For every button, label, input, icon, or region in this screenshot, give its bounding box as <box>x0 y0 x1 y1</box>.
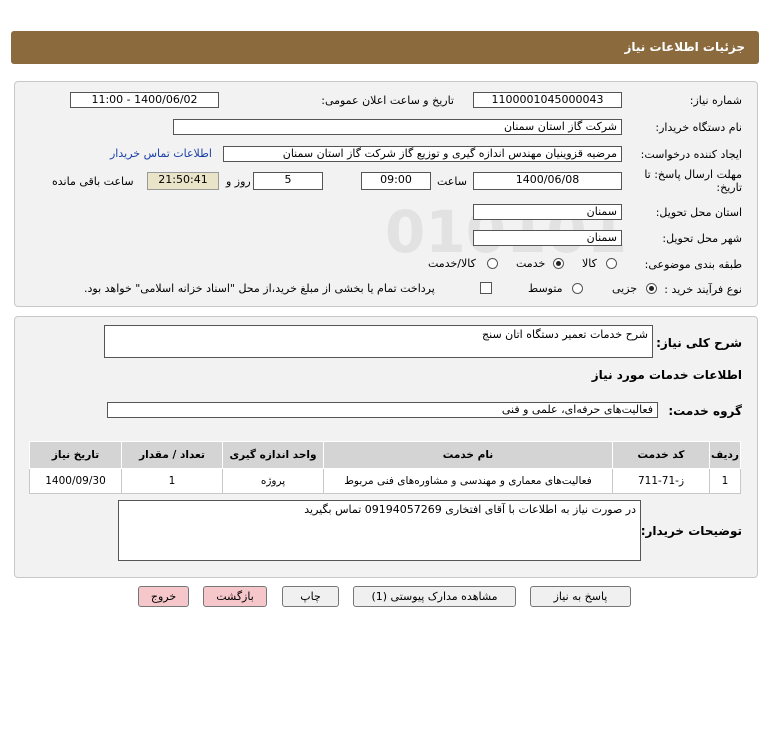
col-row-header: ردیف <box>709 441 741 469</box>
cell-quantity: 1 <box>121 468 223 494</box>
creator-label: ایجاد کننده درخواست: <box>640 148 742 161</box>
cell-row-number: 1 <box>709 468 741 494</box>
remaining-time-field: 21:50:41 <box>147 172 219 190</box>
process-radio-medium[interactable] <box>572 283 583 294</box>
back-button[interactable]: بازگشت <box>203 586 267 607</box>
table-row: 1 ز-71-711 فعالیت‌های معماری و مهندسی و … <box>29 468 741 494</box>
services-heading: اطلاعات خدمات مورد نیاز <box>591 368 742 382</box>
page-title: جزئیات اطلاعات نیاز <box>624 40 745 54</box>
category-label: طبقه بندی موضوعی: <box>644 258 742 271</box>
need-details-panel <box>14 81 758 307</box>
city-label: شهر محل تحویل: <box>662 232 742 245</box>
category-radio-goods-service[interactable] <box>487 258 498 269</box>
exit-button[interactable]: خروج <box>138 586 189 607</box>
province-label: استان محل تحویل: <box>655 206 742 219</box>
col-code-header: کد خدمت <box>612 441 710 469</box>
deadline-time-label: ساعت <box>437 175 467 188</box>
deadline-label: مهلت ارسال پاسخ: تا <box>644 168 742 181</box>
category-option-goods: کالا <box>582 257 597 270</box>
days-label: روز و <box>226 175 251 188</box>
announce-date-field: 1400/06/02 - 11:00 <box>70 92 219 108</box>
category-radio-service[interactable] <box>553 258 564 269</box>
deadline-time-field: 09:00 <box>361 172 431 190</box>
province-field: سمنان <box>473 204 622 220</box>
col-date-header: تاریخ نیاز <box>29 441 122 469</box>
buyer-notes-label: توضیحات خریدار: <box>640 524 742 538</box>
remaining-time-label: ساعت باقی مانده <box>52 175 134 188</box>
cell-need-date: 1400/09/30 <box>29 468 122 494</box>
category-option-service: خدمت <box>516 257 546 270</box>
cell-unit: پروژه <box>222 468 324 494</box>
need-number-label: شماره نیاز: <box>689 94 742 107</box>
view-attachments-button[interactable]: مشاهده مدارک پیوستی (1) <box>353 586 516 607</box>
creator-field: مرضیه قزوینیان مهندس اندازه گیری و توزیع… <box>223 146 622 162</box>
services-table: ردیف کد خدمت نام خدمت واحد اندازه گیری ت… <box>29 441 741 494</box>
service-group-label: گروه خدمت: <box>668 404 742 418</box>
buyer-field: شرکت گاز استان سمنان <box>173 119 622 135</box>
process-radio-minor[interactable] <box>646 283 657 294</box>
cell-service-name: فعالیت‌های معماری و مهندسی و مشاوره‌های … <box>323 468 613 494</box>
process-option-minor: جزیی <box>612 282 638 295</box>
need-number-field: 1100001045000043 <box>473 92 622 108</box>
col-name-header: نام خدمت <box>323 441 613 469</box>
category-option-goods-service: کالا/خدمت <box>428 257 476 270</box>
col-unit-header: واحد اندازه گیری <box>222 441 324 469</box>
buyer-label: نام دستگاه خریدار: <box>655 121 742 134</box>
col-qty-header: تعداد / مقدار <box>121 441 223 469</box>
treasury-payment-text: پرداخت تمام یا بخشی از مبلغ خرید،از محل … <box>84 282 435 295</box>
deadline-date-field: 1400/06/08 <box>473 172 622 190</box>
category-radio-goods[interactable] <box>606 258 617 269</box>
process-label: نوع فرآیند خرید : <box>664 283 742 296</box>
contact-info-link[interactable]: اطلاعات تماس خریدار <box>110 147 212 160</box>
table-header-row: ردیف کد خدمت نام خدمت واحد اندازه گیری ت… <box>29 441 741 469</box>
city-field: سمنان <box>473 230 622 246</box>
service-group-field: فعالیت‌های حرفه‌ای، علمی و فنی <box>107 402 658 418</box>
buyer-notes-field: در صورت نیاز به اطلاعات با آقای افتخاری … <box>118 500 641 561</box>
reply-button[interactable]: پاسخ به نیاز <box>530 586 631 607</box>
announce-date-label: تاریخ و ساعت اعلان عمومی: <box>321 94 454 107</box>
treasury-payment-checkbox[interactable] <box>480 282 492 294</box>
process-option-medium: متوسط <box>528 282 563 295</box>
general-description-label: شرح کلی نیاز: <box>656 336 742 350</box>
deadline-label-date: تاریخ: <box>716 181 742 194</box>
page-header: جزئیات اطلاعات نیاز <box>11 31 759 64</box>
cell-service-code: ز-71-711 <box>612 468 710 494</box>
print-button[interactable]: چاپ <box>282 586 339 607</box>
days-field: 5 <box>253 172 323 190</box>
general-description-field: شرح خدمات تعمیر دستگاه اتان سنج <box>104 325 653 358</box>
